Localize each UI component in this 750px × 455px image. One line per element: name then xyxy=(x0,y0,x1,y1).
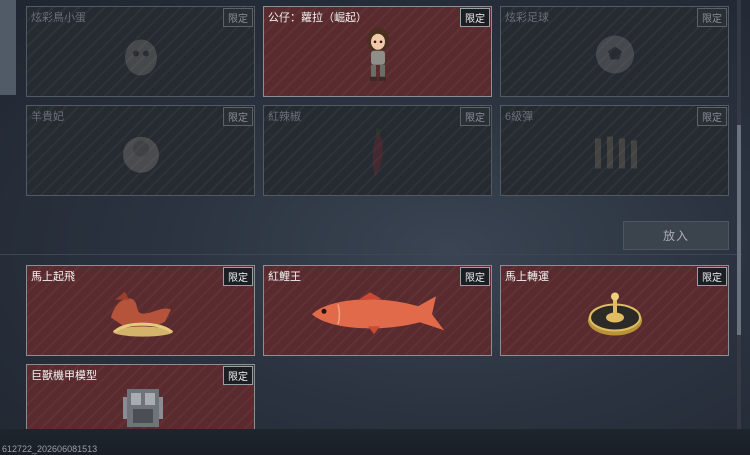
limited-badge: 限定 xyxy=(460,8,490,27)
limited-badge: 限定 xyxy=(223,107,253,126)
lara-figure-icon xyxy=(366,27,389,81)
item-name: 紅鯉王 xyxy=(268,271,301,283)
item-name: 公仔：蘿拉（崛起） xyxy=(268,12,367,24)
item-name: 巨獸機甲模型 xyxy=(31,370,97,382)
item-card[interactable]: 炫彩足球 限定 xyxy=(500,6,729,97)
bullet-icon xyxy=(594,136,637,168)
item-name: 炫彩足球 xyxy=(505,12,549,24)
item-name: 6級彈 xyxy=(505,111,534,123)
mech-model-icon xyxy=(123,389,163,427)
item-card[interactable]: 6級彈 限定 xyxy=(500,105,729,196)
item-card[interactable]: 馬上轉運 限定 xyxy=(500,265,729,356)
limited-badge: 限定 xyxy=(223,366,253,385)
football-icon xyxy=(595,35,634,73)
limited-badge: 限定 xyxy=(223,267,253,286)
item-card[interactable]: 炫彩鳥小蛋 限定 xyxy=(26,6,255,97)
place-button[interactable]: 放入 xyxy=(623,221,729,250)
sheep-icon xyxy=(122,136,159,173)
item-card[interactable]: 紅鯉王 限定 xyxy=(263,265,492,356)
item-card[interactable]: 公仔：蘿拉（崛起） 限定 xyxy=(263,6,492,97)
limited-badge: 限定 xyxy=(223,8,253,27)
item-name: 紅辣椒 xyxy=(268,111,301,123)
item-card[interactable]: 羊貴妃 限定 xyxy=(26,105,255,196)
section-divider xyxy=(0,254,742,255)
build-id: 612722_202606081513 xyxy=(2,444,98,454)
horse-statue-icon xyxy=(110,291,173,337)
egg-creature-icon xyxy=(124,39,157,75)
scrollbar-thumb[interactable] xyxy=(737,125,741,335)
limited-badge: 限定 xyxy=(697,8,727,27)
golden-wheel-icon xyxy=(587,292,642,335)
item-name: 馬上轉運 xyxy=(505,271,549,283)
item-card[interactable]: 巨獸機甲模型 限定 xyxy=(26,364,255,430)
footer-bar xyxy=(0,429,750,455)
item-card[interactable]: 馬上起飛 限定 xyxy=(26,265,255,356)
chili-icon xyxy=(372,128,383,177)
item-name: 炫彩鳥小蛋 xyxy=(31,12,86,24)
limited-badge: 限定 xyxy=(460,267,490,286)
limited-badge: 限定 xyxy=(697,107,727,126)
limited-badge: 限定 xyxy=(460,107,490,126)
red-carp-icon xyxy=(311,291,444,334)
item-name: 羊貴妃 xyxy=(31,111,64,123)
side-tab[interactable] xyxy=(0,0,16,95)
item-card[interactable]: 紅辣椒 限定 xyxy=(263,105,492,196)
item-name: 馬上起飛 xyxy=(31,271,75,283)
limited-badge: 限定 xyxy=(697,267,727,286)
